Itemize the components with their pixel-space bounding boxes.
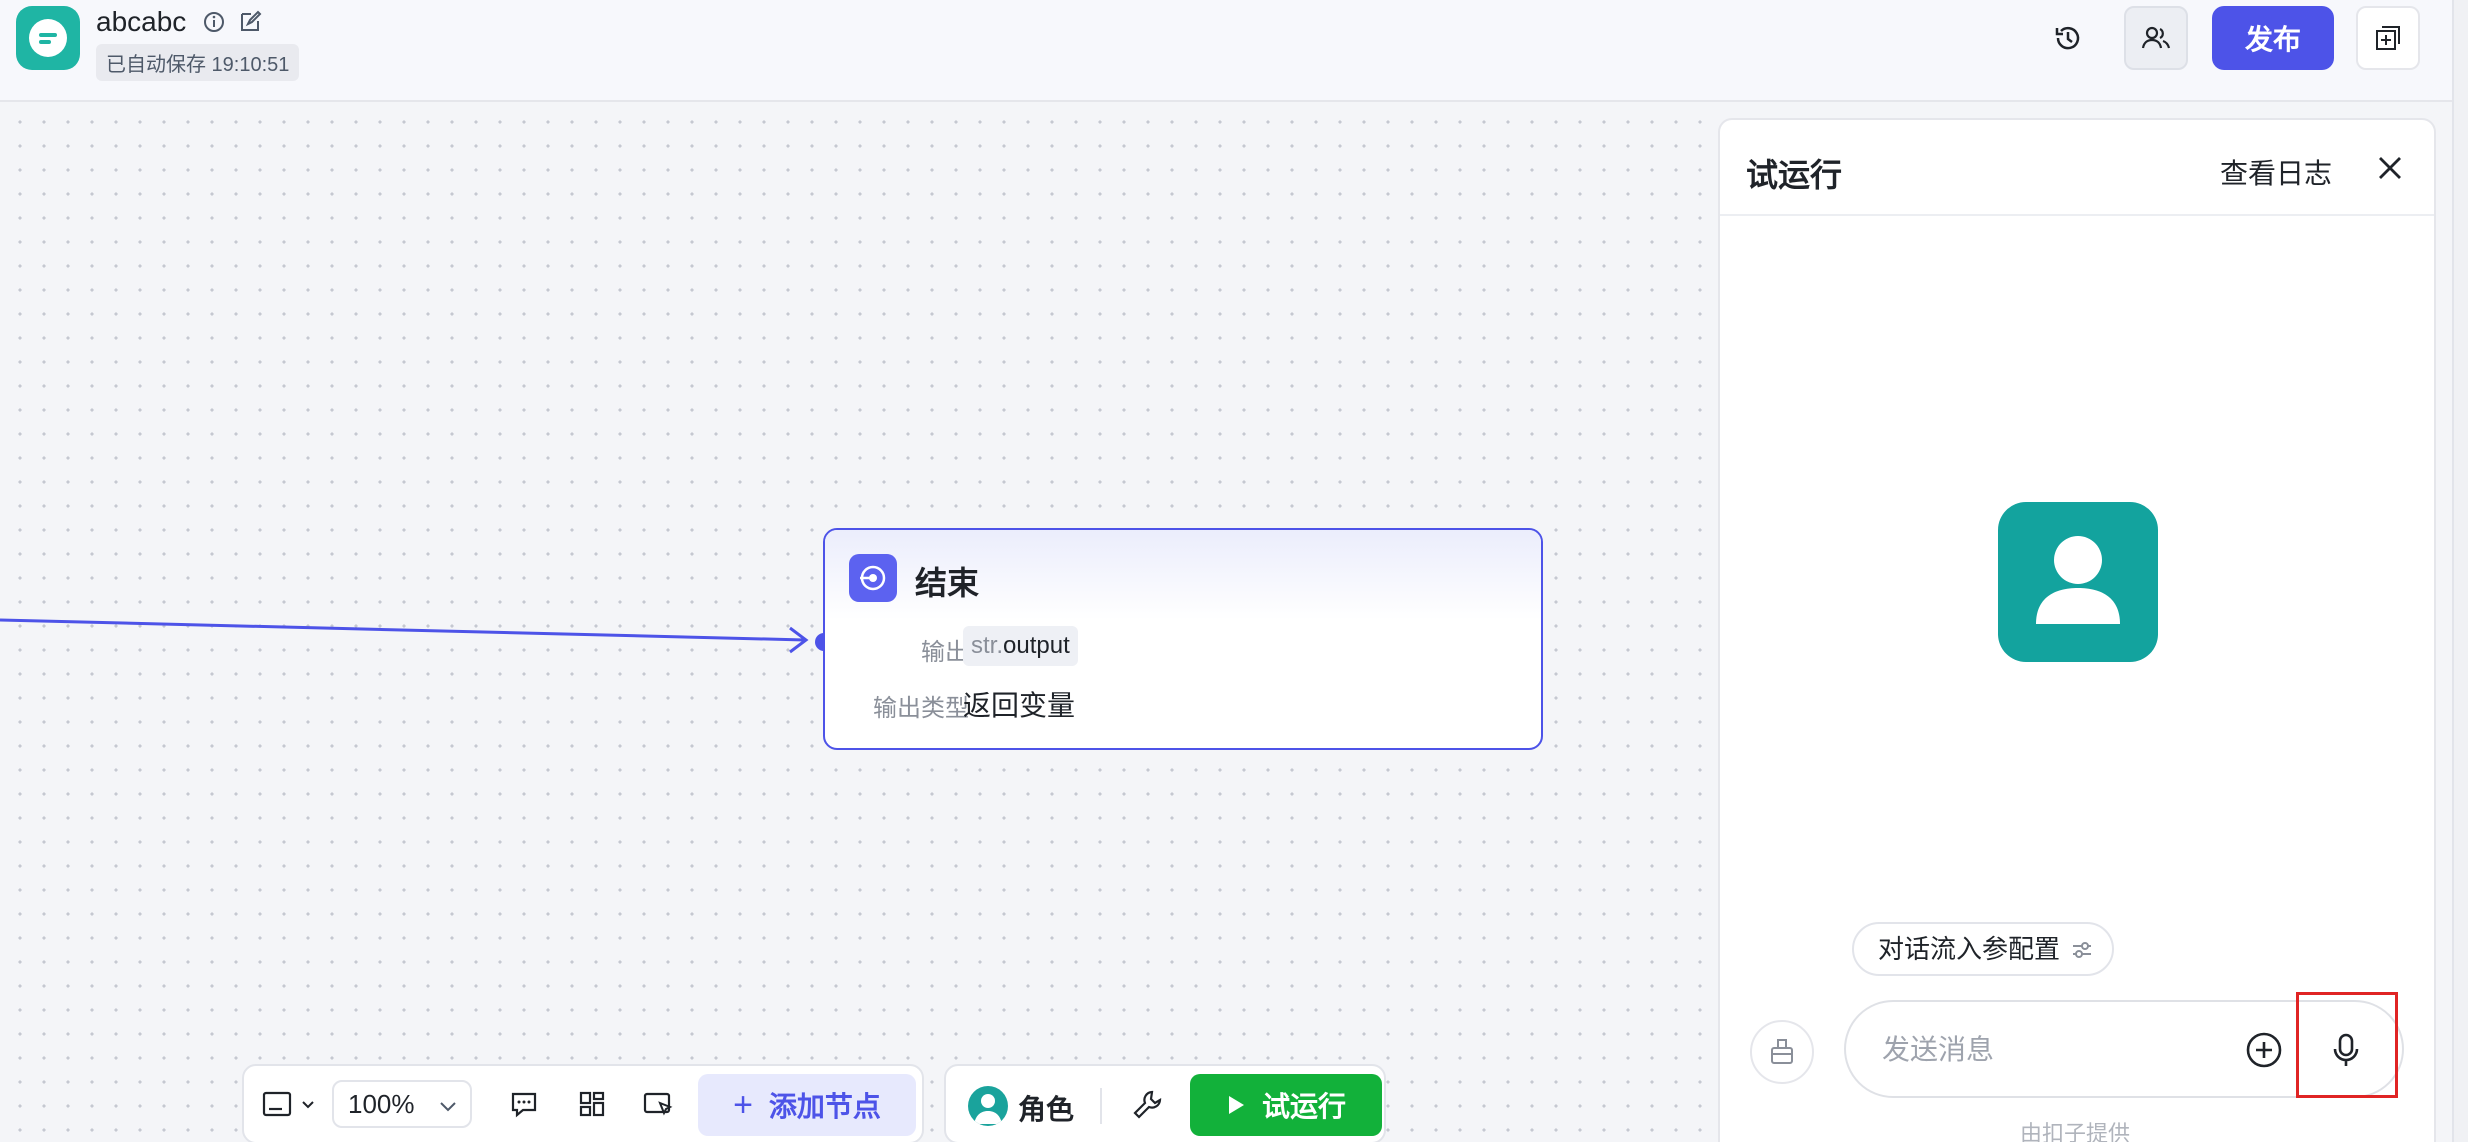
- bot-avatar: [1998, 502, 2158, 662]
- users-icon: [2141, 26, 2171, 49]
- grid-layout-icon: [579, 1091, 605, 1117]
- select-mode-button[interactable]: [640, 1086, 676, 1122]
- clear-history-button[interactable]: [1750, 1020, 1814, 1084]
- expand-button[interactable]: [2356, 6, 2420, 70]
- top-bar: abcabc 已自动保存 19:10:51 发布: [0, 0, 2468, 102]
- test-run-button[interactable]: 试运行: [1190, 1074, 1382, 1136]
- test-run-label: 试运行: [1261, 1091, 1346, 1122]
- output-variable-name: output: [1003, 632, 1070, 659]
- output-type-label: 输出类型: [873, 695, 969, 722]
- output-label: 输出: [921, 639, 969, 666]
- output-type-value: 返回变量: [963, 690, 1076, 721]
- run-toolbar: 角色 试运行: [944, 1064, 1386, 1142]
- node-title: 结束: [915, 565, 980, 601]
- view-log-button[interactable]: 查看日志: [2220, 152, 2332, 192]
- close-icon[interactable]: [2372, 150, 2408, 186]
- role-avatar[interactable]: [968, 1086, 1008, 1126]
- edit-icon[interactable]: [238, 10, 262, 34]
- toolbar-divider: [1100, 1088, 1102, 1124]
- pointer-box-icon: [643, 1092, 673, 1116]
- auto-layout-button[interactable]: [574, 1086, 610, 1122]
- chevron-down-icon: [302, 1101, 314, 1109]
- config-label: 对话流入参配置: [1878, 934, 2061, 964]
- role-label[interactable]: 角色: [1018, 1088, 1074, 1128]
- layout-toggle[interactable]: [262, 1084, 322, 1124]
- history-button[interactable]: [2036, 6, 2100, 70]
- app-logo: [16, 6, 80, 70]
- zoom-select[interactable]: 100%: [332, 1080, 472, 1128]
- minimap-icon: [262, 1091, 292, 1117]
- end-node[interactable]: 结束 输出 str.output 输出类型 返回变量: [823, 528, 1543, 750]
- output-type-prefix: str.: [971, 632, 1004, 659]
- canvas-toolbar: 100% + 添加节点: [242, 1064, 924, 1142]
- app-title: abcabc: [96, 6, 187, 37]
- add-node-button[interactable]: + 添加节点: [698, 1074, 916, 1136]
- output-variable-tag: str.output: [963, 626, 1078, 666]
- highlight-annotation: [2296, 992, 2398, 1098]
- message-input[interactable]: [1882, 1028, 2222, 1072]
- add-attachment-icon[interactable]: [2244, 1030, 2284, 1070]
- add-node-label: 添加节点: [768, 1091, 881, 1122]
- collaborators-button[interactable]: [2124, 6, 2188, 70]
- window-scrollbar[interactable]: [2452, 0, 2468, 1142]
- chevron-down-icon: [440, 1102, 456, 1112]
- chat-input-config-button[interactable]: 对话流入参配置: [1852, 922, 2115, 976]
- comment-icon: [511, 1092, 537, 1118]
- broom-icon: [1771, 1039, 1793, 1064]
- end-node-icon: [849, 554, 897, 602]
- zoom-value: 100%: [348, 1089, 415, 1119]
- add-panel-icon: [2376, 26, 2400, 50]
- sliders-icon: [2073, 942, 2092, 958]
- test-run-panel: 试运行 查看日志 对话流入参配置 发送消息 由扣子提供: [1718, 118, 2436, 1142]
- powered-by-text: 由扣子提供: [2020, 1121, 2131, 1142]
- publish-button[interactable]: 发布: [2212, 6, 2334, 70]
- comment-button[interactable]: [506, 1086, 542, 1122]
- plus-icon: +: [733, 1085, 753, 1124]
- autosave-status: 已自动保存 19:10:51: [96, 44, 300, 81]
- history-icon: [2055, 26, 2080, 50]
- wrench-icon[interactable]: [1130, 1088, 1164, 1122]
- play-icon: [1228, 1096, 1244, 1114]
- info-icon[interactable]: [202, 10, 226, 34]
- panel-title: 试运行: [1746, 157, 1843, 193]
